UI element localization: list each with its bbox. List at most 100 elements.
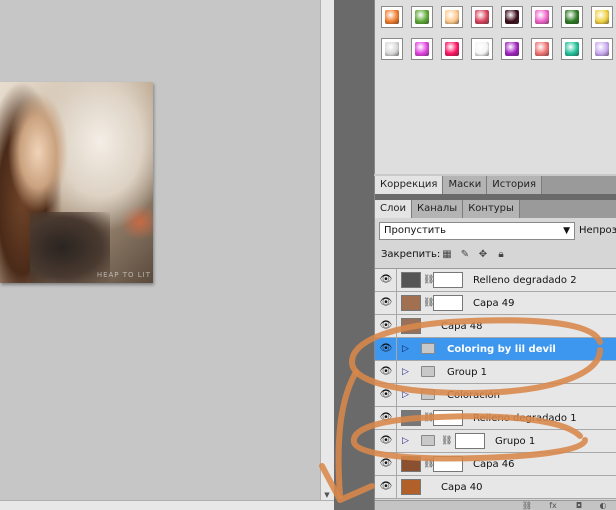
scroll-down-arrow-icon[interactable]: ▼ (322, 490, 332, 500)
style-pink-gradient[interactable] (531, 6, 553, 28)
layer-mask-thumbnail[interactable] (433, 272, 463, 288)
style-swatch-fill (505, 42, 519, 56)
layer-mask-thumbnail[interactable] (433, 456, 463, 472)
lock-pixels-icon[interactable]: ✎ (459, 249, 471, 261)
lock-label: Закрепить: (381, 249, 441, 260)
visibility-cell[interactable]: 👁︎ (375, 430, 397, 453)
tab-adjustments[interactable]: Коррекция (375, 176, 444, 194)
visibility-cell[interactable]: 👁︎ (375, 315, 397, 338)
layer-row[interactable]: 👁︎ Capa 48 (375, 315, 616, 338)
eye-icon[interactable]: 👁︎ (379, 274, 393, 286)
eye-icon[interactable]: 👁︎ (379, 412, 393, 424)
expand-triangle-icon[interactable]: ▷ (402, 343, 409, 355)
eye-icon[interactable]: 👁︎ (379, 389, 393, 401)
style-magenta[interactable] (411, 38, 433, 60)
expand-triangle-icon[interactable]: ▷ (402, 366, 409, 378)
eye-icon[interactable]: 👁︎ (379, 458, 393, 470)
styles-panel (374, 0, 616, 174)
style-orange-glow[interactable] (381, 6, 403, 28)
layer-thumbnail[interactable] (401, 410, 421, 426)
document-image[interactable]: HEAP TO LIT (0, 82, 153, 283)
layer-mask-thumbnail[interactable] (455, 433, 485, 449)
expand-triangle-icon[interactable]: ▷ (402, 389, 409, 401)
style-swatch-fill (385, 10, 399, 24)
eye-icon[interactable]: 👁︎ (379, 343, 393, 355)
layer-row[interactable]: 👁︎ ⛓ Relleno degradado 1 (375, 407, 616, 430)
visibility-cell[interactable]: 👁︎ (375, 476, 397, 499)
lock-all-icon[interactable]: 🔒︎ (495, 249, 507, 261)
style-yellow-gradient[interactable] (591, 6, 613, 28)
style-swatch-fill (415, 10, 429, 24)
eye-icon[interactable]: 👁︎ (379, 481, 393, 493)
expand-triangle-icon[interactable]: ▷ (402, 435, 409, 447)
layer-row[interactable]: 👁︎ Capa 40 (375, 476, 616, 499)
blend-mode-select[interactable]: Пропустить ▼ (379, 222, 575, 240)
tab-history[interactable]: История (487, 176, 543, 194)
lock-row: Закрепить: ▦ ✎ ✥ 🔒︎ (379, 248, 616, 262)
chain-link-icon[interactable]: ⛓ (441, 435, 452, 447)
layer-list: 👁︎ ⛓ Relleno degradado 2 👁︎ ⛓ Capa 49 👁︎ Capa 4… (375, 268, 616, 500)
layer-mask-thumbnail[interactable] (433, 295, 463, 311)
style-salmon[interactable] (531, 38, 553, 60)
layer-row[interactable]: 👁︎ ⛓ Capa 49 (375, 292, 616, 315)
visibility-cell[interactable]: 👁︎ (375, 361, 397, 384)
eye-icon[interactable]: 👁︎ (379, 320, 393, 332)
layer-row[interactable]: 👁︎ ▷ Coloración (375, 384, 616, 407)
tab-masks[interactable]: Маски (443, 176, 488, 194)
tab-layers[interactable]: Слои (375, 200, 412, 218)
style-red-blue[interactable] (471, 6, 493, 28)
add-mask-icon[interactable]: ◘ (573, 501, 585, 510)
visibility-cell[interactable]: 👁︎ (375, 292, 397, 315)
link-layers-icon[interactable]: ⛓ (521, 501, 533, 510)
eye-icon[interactable]: 👁︎ (379, 366, 393, 378)
style-swatch-fill (475, 42, 489, 56)
layer-mask-thumbnail[interactable] (433, 410, 463, 426)
adjustments-tab-bar: Коррекция Маски История (374, 176, 616, 194)
lock-position-icon[interactable]: ✥ (477, 249, 489, 261)
style-peach-frame[interactable] (441, 6, 463, 28)
visibility-cell[interactable]: 👁︎ (375, 384, 397, 407)
layer-row[interactable]: 👁︎ ▷ Group 1 (375, 361, 616, 384)
style-teal[interactable] (561, 38, 583, 60)
layer-row[interactable]: 👁︎ ⛓ Relleno degradado 2 (375, 269, 616, 292)
style-green-black[interactable] (561, 6, 583, 28)
visibility-cell[interactable]: 👁︎ (375, 453, 397, 476)
new-adjustment-icon[interactable]: ◐ (597, 501, 609, 510)
style-purple-dark[interactable] (501, 38, 523, 60)
blend-row: Пропустить ▼ Непрозр (379, 222, 616, 240)
layer-name: Capa 46 (473, 459, 515, 470)
layer-thumbnail[interactable] (401, 318, 421, 334)
style-swatch-fill (445, 10, 459, 24)
canvas-vertical-scrollbar[interactable] (320, 0, 334, 500)
style-white[interactable] (471, 38, 493, 60)
layers-panel: Пропустить ▼ Непрозр Закрепить: ▦ ✎ ✥ 🔒︎… (374, 218, 616, 510)
canvas-horizontal-scrollbar[interactable] (0, 500, 334, 510)
layer-thumbnail[interactable] (401, 456, 421, 472)
style-swatch-fill (565, 42, 579, 56)
layer-row[interactable]: 👁︎ ⛓ Capa 46 (375, 453, 616, 476)
style-hot-pink[interactable] (441, 38, 463, 60)
layer-style-icon[interactable]: fx (547, 501, 559, 510)
layer-row[interactable]: 👁︎ ▷ ⛓ Grupo 1 (375, 430, 616, 453)
style-dark-red[interactable] (501, 6, 523, 28)
style-silver[interactable] (381, 38, 403, 60)
layer-row[interactable]: 👁︎ ▷ Coloring by lil devil (375, 338, 616, 361)
layer-thumbnail[interactable] (401, 272, 421, 288)
visibility-cell[interactable]: 👁︎ (375, 407, 397, 430)
canvas-area[interactable]: HEAP TO LIT (0, 0, 320, 510)
tab-channels[interactable]: Каналы (412, 200, 464, 218)
layer-thumbnail[interactable] (401, 295, 421, 311)
visibility-cell[interactable]: 👁︎ (375, 269, 397, 292)
style-green-glass[interactable] (411, 6, 433, 28)
tab-paths[interactable]: Контуры (463, 200, 520, 218)
eye-icon[interactable]: 👁︎ (379, 435, 393, 447)
layer-name: Relleno degradado 1 (473, 413, 577, 424)
style-lavender[interactable] (591, 38, 613, 60)
layer-thumbnail[interactable] (401, 479, 421, 495)
eye-icon[interactable]: 👁︎ (379, 297, 393, 309)
style-swatch-fill (535, 10, 549, 24)
visibility-cell[interactable]: 👁︎ (375, 338, 397, 361)
style-swatch-fill (445, 42, 459, 56)
lock-transparency-icon[interactable]: ▦ (441, 249, 453, 261)
style-swatch-fill (565, 10, 579, 24)
